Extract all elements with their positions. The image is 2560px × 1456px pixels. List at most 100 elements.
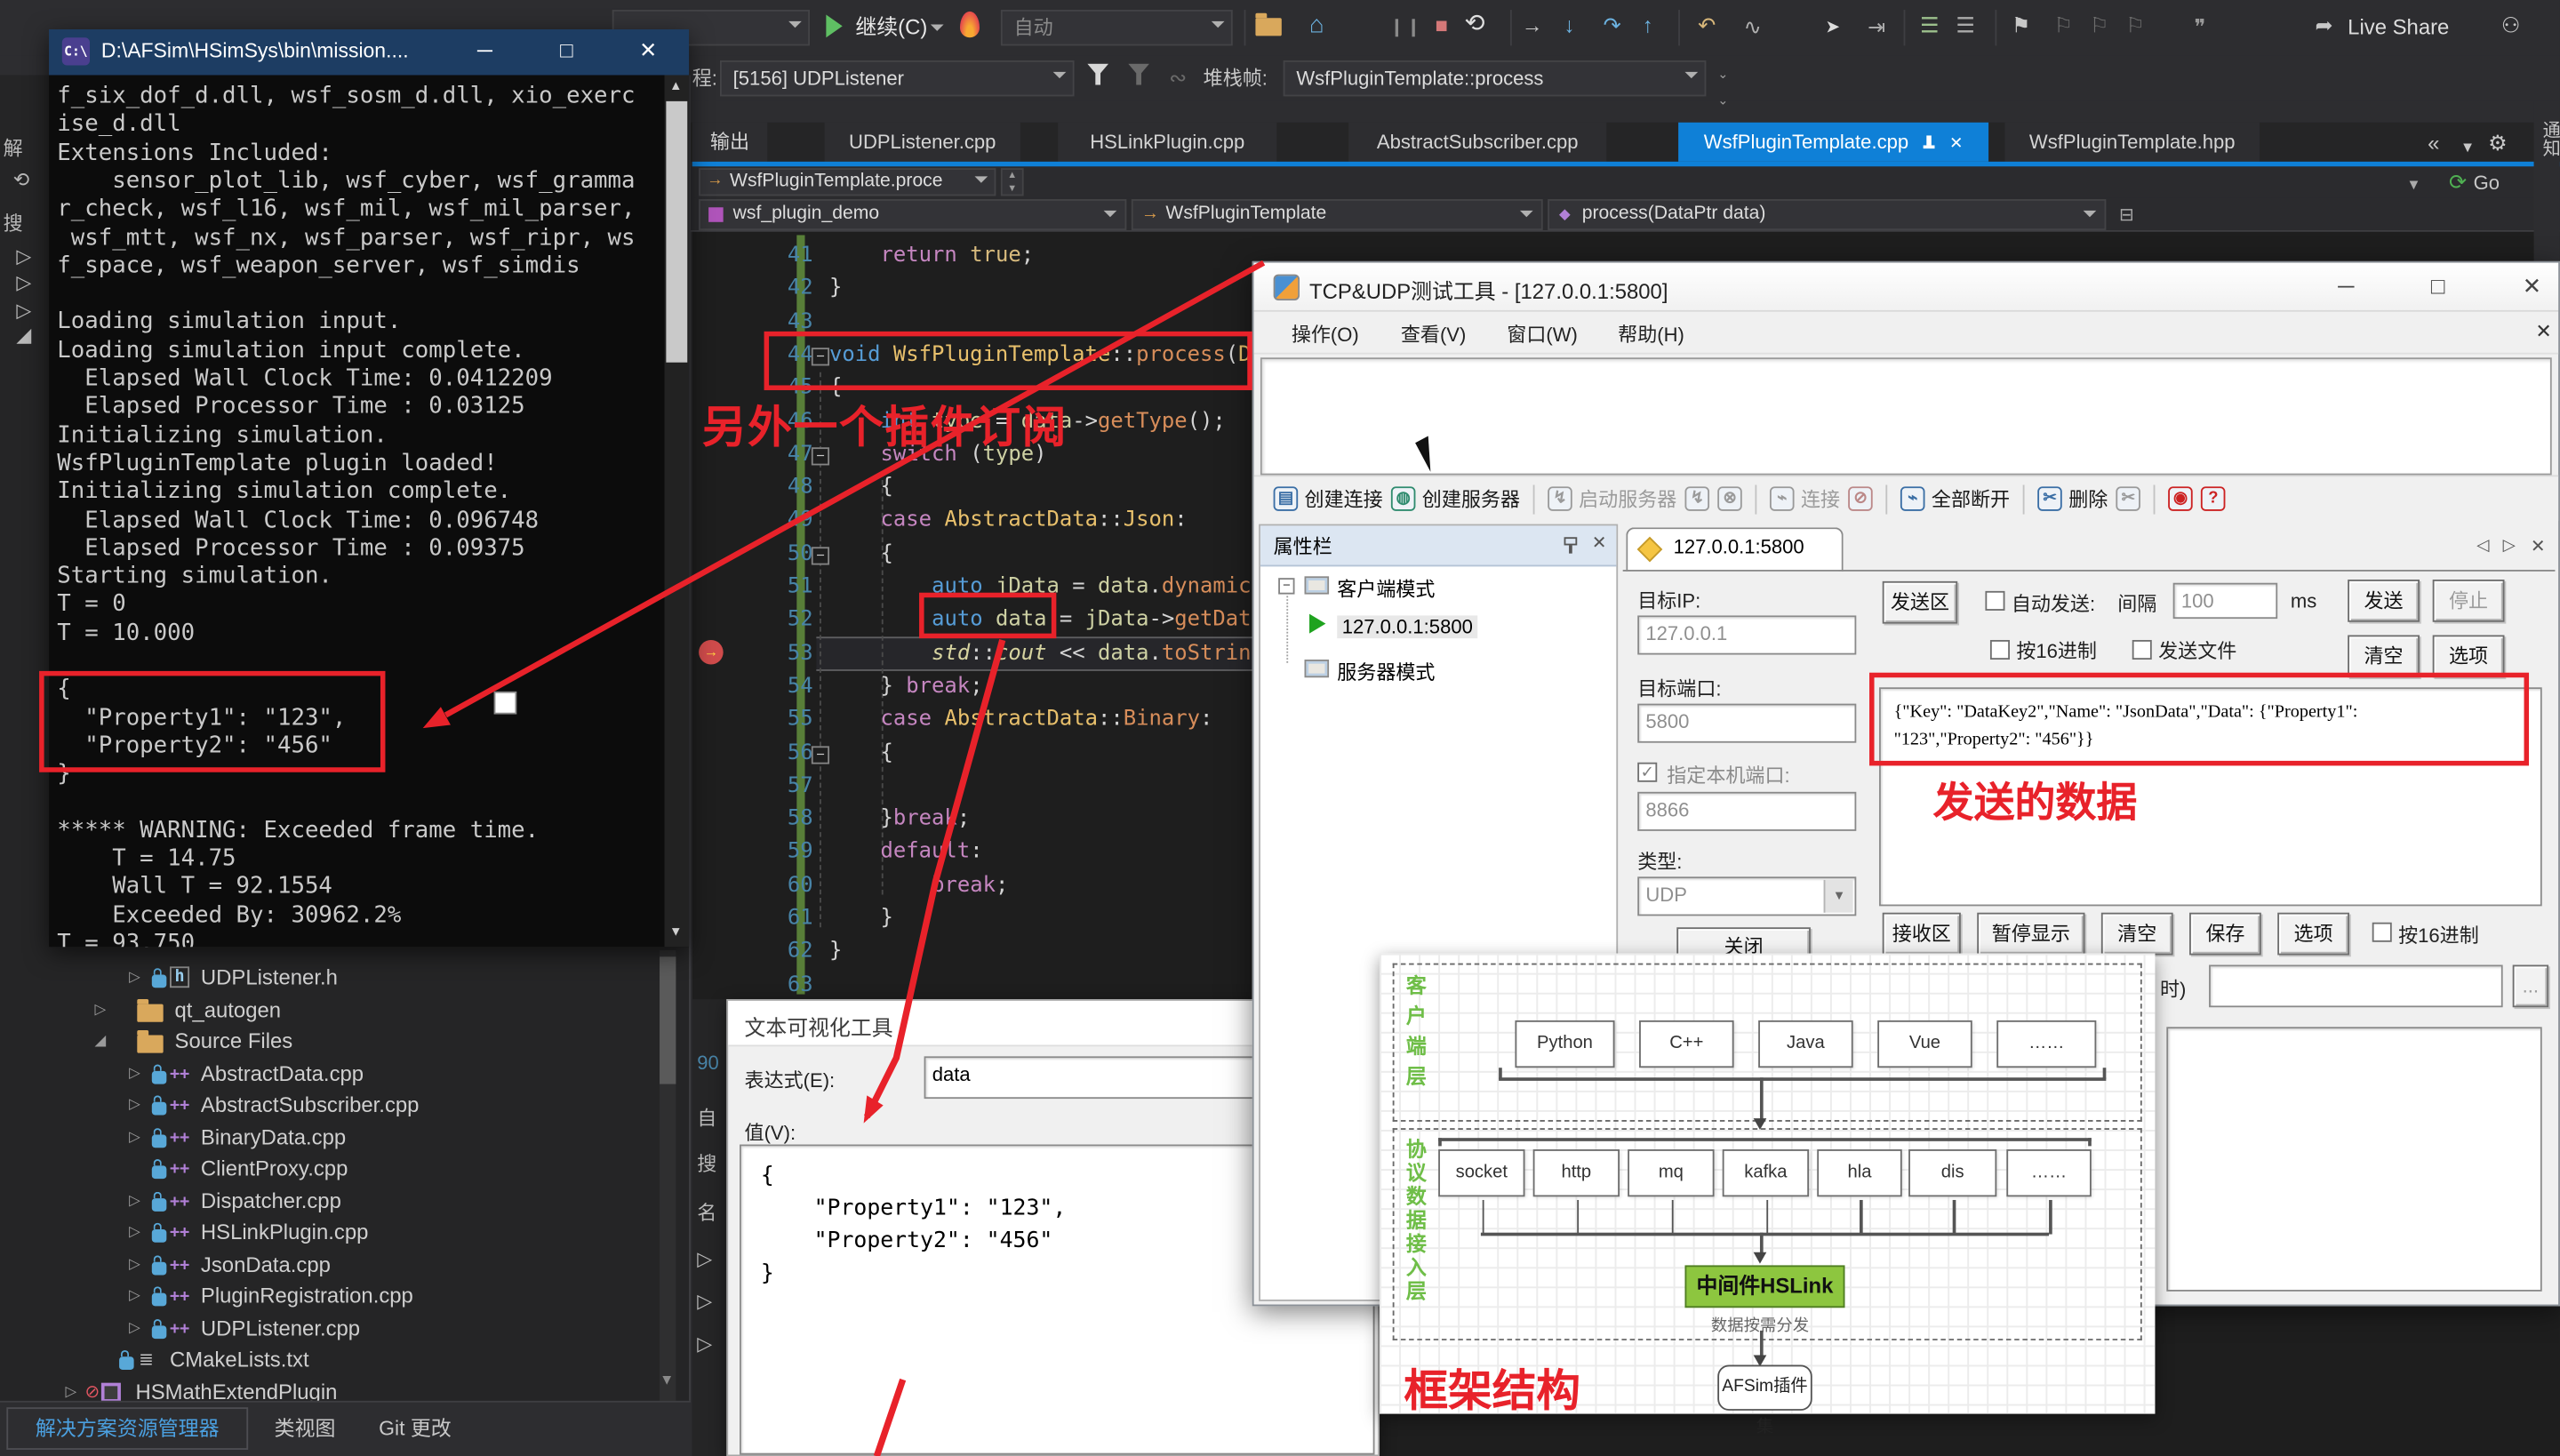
local-port-checkbox[interactable]: ✓ — [1637, 763, 1657, 782]
scroll-down-icon[interactable]: ▼ — [669, 924, 683, 940]
clear-bookmarks-icon[interactable]: ⚐ — [2125, 13, 2144, 39]
pointer-icon[interactable]: ➤ — [1825, 15, 1840, 41]
tree-item-CMakeLists.txt[interactable]: ≣CMakeLists.txt — [0, 1345, 653, 1376]
menu-view[interactable]: 查看(V) — [1401, 320, 1466, 348]
tool-icon[interactable]: ⊗ — [1717, 486, 1742, 511]
maximize-button[interactable]: □ — [542, 37, 591, 62]
document-dropdown[interactable]: → WsfPluginTemplate.proce — [699, 168, 996, 196]
home-icon[interactable]: ⌂ — [1309, 13, 1324, 39]
expand-icon[interactable]: ▷ — [129, 1064, 140, 1082]
tree-server-mode[interactable]: 服务器模式 — [1337, 658, 1435, 685]
tcp-titlebar[interactable]: TCP&UDP测试工具 - [127.0.0.1:5800] ─ □ ✕ — [1254, 263, 2559, 312]
dest-ip-input[interactable]: 127.0.0.1 — [1637, 615, 1856, 654]
tab-next-icon[interactable]: ▷ — [2503, 537, 2516, 555]
expand-icon[interactable]: − — [1278, 578, 1294, 594]
expand-icon[interactable]: ▷ — [129, 1127, 140, 1145]
realtime-path-input[interactable] — [2209, 964, 2503, 1007]
browse-button[interactable]: ... — [2513, 964, 2548, 1007]
scrollbar-thumb[interactable] — [660, 956, 676, 1084]
menu-operation[interactable]: 操作(O) — [1292, 320, 1359, 348]
prev-bookmark-icon[interactable]: ⚐ — [2054, 13, 2073, 39]
settings-gear-icon[interactable]: ⚙ — [2488, 131, 2507, 156]
expand-icon[interactable]: ▷ — [129, 1223, 140, 1241]
tool-全部断开[interactable]: ⌁全部断开 — [1900, 484, 2010, 512]
continue-dropdown-icon[interactable] — [931, 25, 944, 31]
connection-tab[interactable]: 127.0.0.1:5800 — [1626, 527, 1843, 572]
send-options-button[interactable]: 选项 — [2433, 635, 2505, 677]
tool-icon[interactable]: ⊘ — [1848, 486, 1873, 511]
expand-icon[interactable]: ▷ — [129, 1191, 140, 1209]
scroll-tabs-icon[interactable]: « — [2428, 131, 2439, 156]
tab-HSLinkPlugin.cpp[interactable]: HSLinkPlugin.cpp — [1058, 123, 1276, 162]
fold-icon[interactable]: − — [812, 745, 829, 763]
tree-client-mode[interactable]: 客户端模式 — [1337, 575, 1435, 603]
quick-info-icon[interactable]: ☰ — [1956, 13, 1974, 39]
send-zone-button[interactable]: 发送区 — [1883, 581, 1957, 624]
tree-item-Source Files[interactable]: ◢Source Files — [0, 1027, 653, 1058]
spinner-control[interactable]: ▲▼ — [1001, 168, 1024, 196]
scroll-up-icon[interactable]: ▲ — [669, 78, 683, 93]
tab-UDPListener.cpp[interactable]: UDPListener.cpp — [825, 123, 1020, 162]
tool-创建服务器[interactable]: ◍创建服务器 — [1391, 484, 1520, 512]
maximize-button[interactable]: □ — [2431, 273, 2445, 299]
go-icon[interactable]: ⟳ — [2449, 170, 2467, 196]
receive-zone-button[interactable]: 接收区 — [1883, 913, 1961, 956]
minimize-button[interactable]: ─ — [2338, 273, 2354, 299]
close-icon[interactable]: ✕ — [1592, 532, 1607, 554]
bookmark-icon[interactable]: ⚑ — [2012, 13, 2030, 39]
clear-send-button[interactable]: 清空 — [2348, 635, 2420, 677]
nav-dropdown-icon[interactable]: ▼ — [2406, 172, 2420, 197]
stop-button[interactable]: 停止 — [2433, 580, 2505, 622]
minimize-button[interactable]: ─ — [460, 37, 509, 62]
filter-icon[interactable] — [1087, 64, 1108, 85]
undo-icon[interactable]: ↶ — [1698, 13, 1716, 39]
stop-icon[interactable]: ■ — [1435, 13, 1447, 39]
combo-arrow-icon[interactable]: ▼ — [1824, 880, 1853, 913]
tree-item-qt_autogen[interactable]: ▷qt_autogen — [0, 995, 653, 1026]
console-titlebar[interactable]: C:\ D:\AFSim\HSimSys\bin\mission.... ─ □… — [49, 29, 689, 75]
list-members-icon[interactable]: ☰ — [1920, 13, 1939, 39]
tree-item-ClientProxy.cpp[interactable]: ++ClientProxy.cpp — [0, 1155, 653, 1186]
breadcrumb-project[interactable]: wsf_plugin_demo — [699, 199, 1126, 230]
continue-button[interactable]: 继续(C) — [855, 15, 927, 41]
menu-help[interactable]: 帮助(H) — [1618, 320, 1684, 348]
close-button[interactable]: ✕ — [624, 37, 673, 63]
close-button[interactable]: ✕ — [2523, 273, 2542, 300]
next-bookmark-icon[interactable]: ⚐ — [2090, 13, 2108, 39]
tree-connection[interactable]: 127.0.0.1:5800 — [1337, 615, 1477, 638]
notifications-tab[interactable]: 通知 — [2534, 101, 2560, 265]
pause-display-button[interactable]: 暂停显示 — [1977, 913, 2084, 956]
breadcrumb-method[interactable]: ◆ process(DataPtr data) — [1548, 199, 2106, 230]
tab-class-view[interactable]: 类视图 — [275, 1415, 336, 1441]
split-view-icon[interactable]: ⊟ — [2119, 203, 2134, 228]
tree-item-JsonData.cpp[interactable]: ▷++JsonData.cpp — [0, 1250, 653, 1281]
recv-hex-checkbox[interactable] — [2372, 923, 2392, 942]
console-body[interactable]: f_six_dof_d.dll, wsf_sosm_d.dll, xio_exe… — [49, 75, 689, 947]
local-port-input[interactable]: 8866 — [1637, 792, 1856, 831]
add-user-icon[interactable]: ⚇ — [2501, 13, 2520, 39]
tree-item-HSLinkPlugin.cpp[interactable]: ▷++HSLinkPlugin.cpp — [0, 1218, 653, 1249]
tool-icon[interactable]: ↯ — [1685, 486, 1710, 511]
step-into-icon[interactable]: ↓ — [1564, 13, 1575, 39]
comment-icon[interactable]: ❞ — [2195, 15, 2206, 41]
open-folder-icon[interactable] — [1255, 18, 1281, 36]
expand-icon[interactable]: ▷ — [129, 1286, 140, 1304]
tool-启动服务器[interactable]: ↯启动服务器 — [1548, 484, 1676, 512]
tool-icon[interactable]: ? — [2201, 486, 2226, 511]
current-statement-icon[interactable]: → — [699, 640, 724, 665]
auto-send-checkbox[interactable] — [1985, 591, 2004, 611]
tool-删除[interactable]: ✂删除 — [2037, 484, 2108, 512]
continue-play-icon[interactable] — [826, 15, 842, 38]
auto-combobox[interactable]: 自动 — [1001, 10, 1233, 45]
tool-icon[interactable]: ◉ — [2168, 486, 2193, 511]
pin-icon[interactable] — [1563, 537, 1578, 553]
step-out-icon[interactable]: ↑ — [1643, 13, 1653, 39]
expand-icon[interactable]: ▷ — [129, 968, 140, 986]
tab-prev-icon[interactable]: ◁ — [2476, 537, 2489, 555]
scroll-down-icon[interactable]: ▼ — [660, 1372, 674, 1388]
tab-WsfPluginTemplate.cpp[interactable]: WsfPluginTemplate.cpp✕ — [1678, 123, 1988, 162]
tab-AbstractSubscriber.cpp[interactable]: AbstractSubscriber.cpp — [1348, 123, 1606, 162]
tree-item-HSMathExtendPlugin[interactable]: ▷⊘HSMathExtendPlugin — [0, 1377, 653, 1401]
tab-输出[interactable]: 输出 — [692, 123, 767, 162]
type-combobox[interactable]: UDP ▼ — [1637, 876, 1856, 916]
